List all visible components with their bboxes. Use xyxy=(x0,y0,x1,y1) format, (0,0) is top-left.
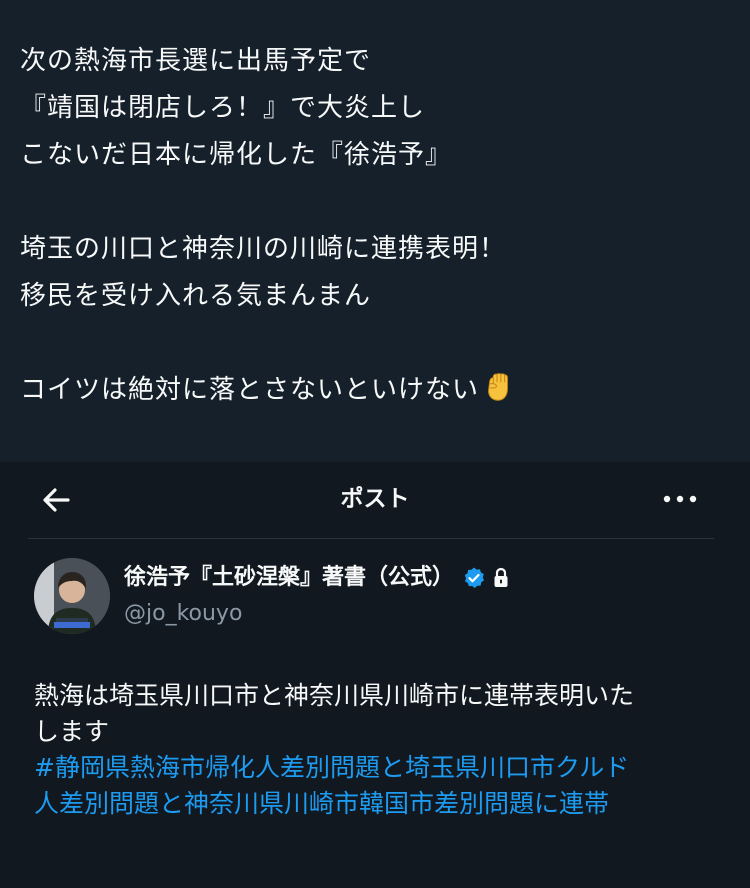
post-line-text: コイツは絶対に落とさないといけない xyxy=(20,375,480,405)
embed-post-body: 熱海は埼玉県川口市と神奈川県川崎市に連帯表明いた します #静岡県熱海市帰化人差… xyxy=(34,678,724,822)
post-line: 移民を受け入れる気まんまん xyxy=(20,281,372,311)
author-handle[interactable]: @jo_kouyo xyxy=(124,598,242,630)
fist-emoji-icon xyxy=(488,373,508,401)
body-line: 熱海は埼玉県川口市と神奈川県川崎市に連帯表明いた xyxy=(34,681,635,710)
body-line: します xyxy=(34,717,110,746)
lock-icon xyxy=(494,567,508,587)
post-line: 『靖国は閉店しろ！』で大炎上し xyxy=(20,93,426,123)
author-name-text: 徐浩予『土砂涅槃』著書（公式） xyxy=(124,565,455,590)
post-line: こないだ日本に帰化した『徐浩予』 xyxy=(20,140,453,170)
hashtag-link[interactable]: 人差別問題と神奈川県川崎市韓国市差別問題に連帯 xyxy=(34,786,724,822)
post-text: 次の熱海市長選に出馬予定で 『靖国は閉店しろ！』で大炎上し こないだ日本に帰化し… xyxy=(20,38,720,414)
author-name[interactable]: 徐浩予『土砂涅槃』著書（公式） xyxy=(124,562,510,594)
hashtag-link[interactable]: #静岡県熱海市帰化人差別問題と埼玉県川口市クルド xyxy=(34,750,724,786)
post-line-last: コイツは絶対に落とさないといけない xyxy=(20,367,720,414)
verified-badge-icon xyxy=(464,567,485,588)
embed-header: ポスト xyxy=(0,462,750,536)
embedded-post-screenshot: ポスト 徐浩予『土砂涅槃』著書（公式） @jo_kouyo 熱海は埼玉県川口市と… xyxy=(0,462,750,888)
post-line: 埼玉の川口と神奈川の川崎に連携表明！ xyxy=(20,234,507,264)
more-dots-icon[interactable] xyxy=(658,484,702,514)
header-title: ポスト xyxy=(340,486,410,512)
avatar[interactable] xyxy=(34,558,110,634)
post-line: 次の熱海市長選に出馬予定で xyxy=(20,46,372,76)
avatar-image xyxy=(34,558,110,634)
header-divider xyxy=(28,538,714,539)
